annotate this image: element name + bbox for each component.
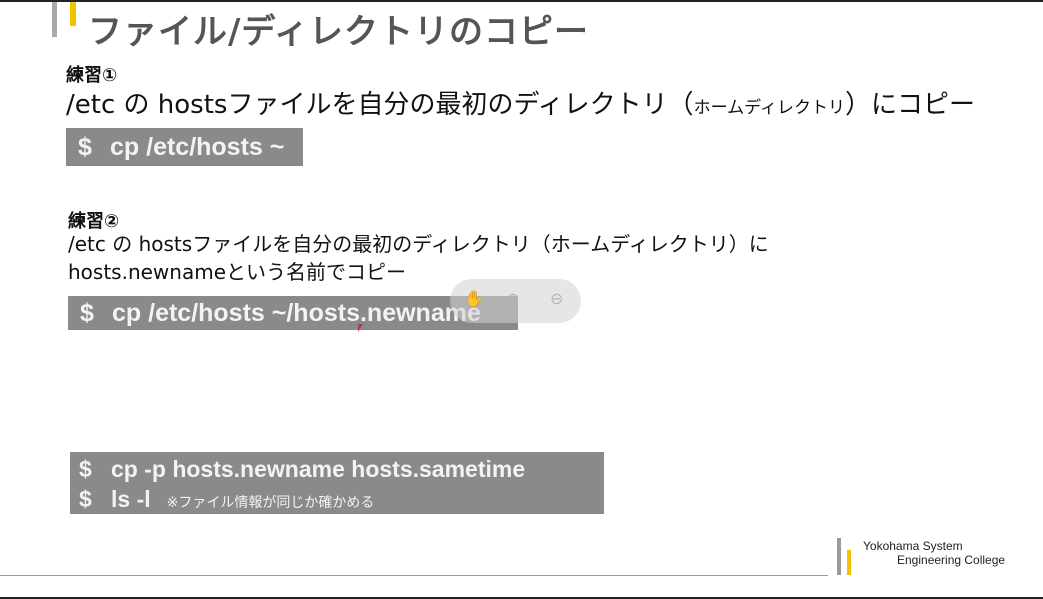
viewer-controls[interactable]: ✋ ⊕ ⊖	[450, 279, 581, 323]
exercise2-line2: hosts.newnameという名前でコピー	[68, 260, 407, 284]
zoom-in-icon[interactable]: ⊕	[506, 289, 519, 308]
exercise2-line1: /etc の hostsファイルを自分の最初のディレクトリ（ホームディレクトリ）…	[68, 232, 769, 256]
hand-icon[interactable]: ✋	[464, 289, 484, 308]
footer-divider	[0, 575, 828, 576]
logo-accent-gray	[837, 538, 841, 575]
college-logo-line2: Engineering College	[897, 553, 1006, 567]
command-text: ls -l	[111, 486, 151, 512]
prompt-symbol: $	[78, 133, 92, 161]
prompt-symbol: $	[79, 456, 92, 482]
command-text: cp -p hosts.newname hosts.sametime	[111, 456, 526, 482]
prompt-symbol: $	[80, 299, 94, 327]
command-line-1: $ cp -p hosts.newname hosts.sametime	[79, 454, 604, 484]
exercise1-text-main: /etc の hostsファイルを自分の最初のディレクトリ（	[66, 90, 694, 120]
mouse-cursor-icon	[358, 324, 363, 332]
command-box-1: $ cp /etc/hosts ~	[66, 128, 303, 166]
logo-accent-yellow	[847, 550, 851, 575]
exercise1-text-end: ）にコピー	[844, 90, 975, 120]
exercise1-text-small: ホームディレクトリ	[693, 98, 845, 118]
exercise2-text: /etc の hostsファイルを自分の最初のディレクトリ（ホームディレクトリ）…	[68, 230, 769, 286]
command-text: cp /etc/hosts ~/hosts.newname	[112, 299, 481, 327]
top-border	[0, 0, 1043, 2]
command-line-2: $ ls -l ※ファイル情報が同じか確かめる	[79, 484, 604, 514]
slide-title: ファイル/ディレクトリのコピー	[88, 12, 590, 52]
college-logo-line1: Yokohama System	[863, 539, 963, 553]
command-text: cp /etc/hosts ~	[110, 133, 285, 161]
exercise1-text: /etc の hostsファイルを自分の最初のディレクトリ（ホームディレクトリ）…	[66, 84, 975, 121]
prompt-symbol: $	[79, 486, 92, 512]
command-note: ※ファイル情報が同じか確かめる	[166, 495, 375, 511]
title-accent-gray	[52, 2, 57, 37]
title-accent-yellow	[70, 2, 76, 26]
command-box-3: $ cp -p hosts.newname hosts.sametime $ ls …	[70, 452, 604, 514]
zoom-out-icon[interactable]: ⊖	[550, 289, 563, 308]
